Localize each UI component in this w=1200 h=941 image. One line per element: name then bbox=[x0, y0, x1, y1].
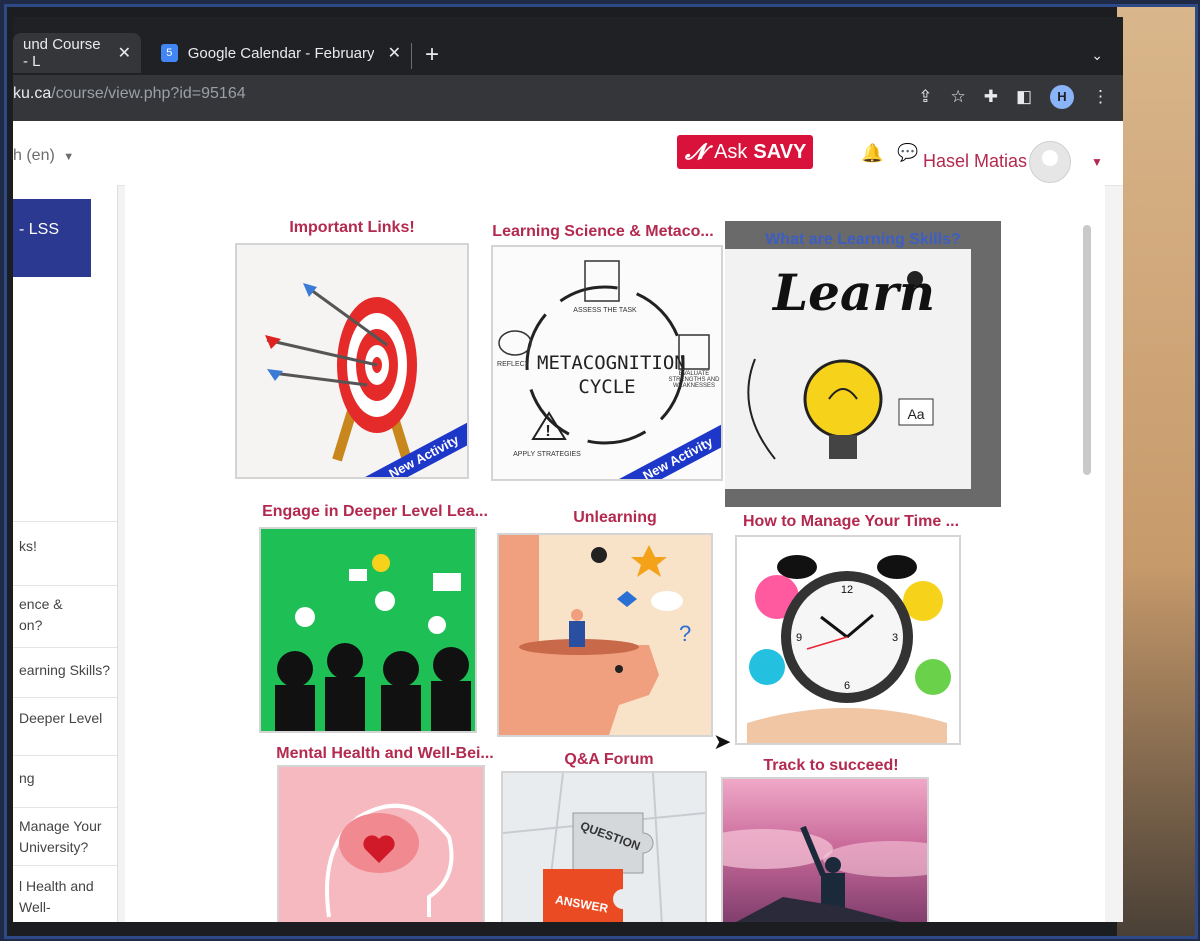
user-menu-chevron-icon[interactable]: ▼ bbox=[1091, 155, 1103, 169]
activity-title: Engage in Deeper Level Lea... bbox=[262, 503, 488, 520]
notification-bell-icon[interactable]: 🔔 bbox=[861, 143, 883, 164]
summit-climber-icon bbox=[723, 825, 927, 922]
metacognition-cycle-image: ! METACOGNITION CYCLE ASSESS THE TASK EV… bbox=[491, 245, 723, 481]
bookmark-star-icon[interactable]: ☆ bbox=[950, 87, 965, 107]
sidebar-item[interactable]: l Health and Well- bbox=[13, 865, 117, 915]
tab-strip: und Course - L ✕ 5 Google Calendar - Feb… bbox=[13, 17, 1123, 75]
close-tab-icon[interactable]: ✕ bbox=[388, 43, 401, 63]
tab-label: und Course - L bbox=[23, 36, 101, 70]
url-path: /course/view.php?id=95164 bbox=[51, 85, 246, 102]
activity-card-engage-deeper[interactable]: Engage in Deeper Level Lea... bbox=[255, 503, 495, 733]
activity-title: Unlearning bbox=[573, 509, 657, 526]
svg-text:6: 6 bbox=[844, 680, 850, 692]
activity-card-track-to-succeed[interactable]: Track to succeed! bbox=[721, 757, 941, 922]
activity-card-learning-skills-selected[interactable]: What are Learning Skills? Learn Aa bbox=[725, 221, 1001, 507]
site-header: h (en) ▼ 𝓝 Ask SAVY 🔔 💬 Hasel Matias ▼ bbox=[13, 121, 1123, 186]
brain-heart-icon bbox=[325, 803, 454, 918]
svg-text:?: ? bbox=[679, 621, 691, 646]
cycle-step-reflect: REFLECT bbox=[497, 361, 529, 368]
course-content: Important Links! New Activity Learning S… bbox=[125, 185, 1105, 922]
language-label: h (en) bbox=[13, 147, 55, 164]
open-head-image: ? bbox=[497, 533, 713, 737]
activity-card-learning-science[interactable]: Learning Science & Metaco... ! METACOGNI… bbox=[485, 223, 723, 483]
activity-title: Learning Science & Metaco... bbox=[492, 223, 714, 240]
learn-lightbulb-image: Learn Aa bbox=[725, 249, 971, 489]
page-scrollbar[interactable] bbox=[1083, 225, 1091, 475]
cycle-step-assess: ASSESS THE TASK bbox=[573, 307, 637, 314]
svg-text:3: 3 bbox=[892, 632, 898, 644]
svg-text:12: 12 bbox=[841, 584, 853, 596]
user-avatar[interactable] bbox=[1029, 141, 1071, 183]
tab-course[interactable]: und Course - L ✕ bbox=[13, 33, 141, 73]
browser-window: und Course - L ✕ 5 Google Calendar - Feb… bbox=[13, 17, 1123, 922]
crowd-ideas-icon bbox=[275, 554, 471, 731]
tab-search-chevron-icon[interactable]: ⌄ bbox=[1091, 47, 1103, 64]
tab-label: Google Calendar - February 20 bbox=[187, 44, 374, 62]
ask-label: Ask bbox=[714, 140, 748, 163]
photo-frame: und Course - L ✕ 5 Google Calendar - Feb… bbox=[4, 4, 1198, 939]
address-bar[interactable]: ku.ca/course/view.php?id=95164 bbox=[13, 85, 246, 103]
target-arrows-image: New Activity bbox=[235, 243, 469, 479]
tab-separator bbox=[411, 43, 412, 69]
share-icon[interactable]: ⇪ bbox=[918, 87, 932, 107]
cycle-center-label: METACOGNITION CYCLE bbox=[537, 352, 686, 398]
savy-logo-icon: 𝓝 bbox=[685, 139, 707, 165]
ask-savy-button[interactable]: 𝓝 Ask SAVY bbox=[677, 135, 813, 169]
sidebar-item[interactable]: ks! bbox=[13, 521, 117, 571]
activity-card-manage-time[interactable]: How to Manage Your Time ... 12 6 9 3 bbox=[731, 513, 971, 749]
svg-text:!: ! bbox=[545, 423, 550, 440]
activity-card-qa-forum[interactable]: Q&A Forum QUESTION ANSWER bbox=[499, 751, 719, 922]
activity-card-important-links[interactable]: Important Links! New Activity bbox=[235, 219, 469, 481]
activity-card-unlearning[interactable]: Unlearning ? bbox=[497, 509, 733, 739]
messages-icon[interactable]: 💬 bbox=[897, 143, 918, 163]
profile-avatar[interactable]: H bbox=[1050, 85, 1074, 109]
extensions-puzzle-icon[interactable]: ✚ bbox=[984, 87, 998, 107]
alarm-clock-image: 12 6 9 3 bbox=[735, 535, 961, 745]
activity-card-mental-health[interactable]: Mental Health and Well-Bei... bbox=[275, 745, 495, 922]
calendar-icon: 5 bbox=[161, 44, 178, 62]
close-tab-icon[interactable]: ✕ bbox=[118, 43, 131, 63]
savy-label: SAVY bbox=[753, 140, 807, 163]
svg-text:Aa: Aa bbox=[907, 406, 924, 422]
activity-title: Q&A Forum bbox=[564, 751, 654, 768]
cycle-step-apply: APPLY STRATEGIES bbox=[513, 451, 581, 458]
alarm-clock-icon: 12 6 9 3 bbox=[737, 537, 959, 743]
sidebar-course-header[interactable]: - LSS bbox=[13, 199, 91, 277]
summit-image bbox=[721, 777, 929, 922]
green-ideas-image bbox=[259, 527, 477, 733]
puzzle-image: QUESTION ANSWER bbox=[501, 771, 707, 922]
activity-title: Track to succeed! bbox=[763, 757, 899, 774]
brain-heart-image bbox=[277, 765, 485, 922]
learn-handwriting: Learn bbox=[773, 263, 936, 322]
browser-menu-icon[interactable]: ⋮ bbox=[1092, 87, 1109, 107]
course-index-sidebar: - LSS ks! ence & on? earning Skills? Dee… bbox=[13, 185, 118, 922]
svg-text:9: 9 bbox=[796, 632, 802, 644]
user-name[interactable]: Hasel Matias bbox=[923, 151, 1027, 172]
tab-google-calendar[interactable]: 5 Google Calendar - February 20 ✕ bbox=[151, 33, 411, 73]
cycle-step-evaluate: EVALUATE STRENGTHS AND WEAKNESSES bbox=[668, 371, 720, 389]
address-toolbar: ku.ca/course/view.php?id=95164 ⇪ ☆ ✚ ◧ H… bbox=[13, 75, 1123, 121]
activity-title: What are Learning Skills? bbox=[765, 231, 961, 248]
url-host: ku.ca bbox=[13, 85, 52, 102]
language-selector[interactable]: h (en) ▼ bbox=[13, 147, 74, 165]
sidebar-item[interactable]: Manage Your University? bbox=[13, 807, 117, 863]
mouse-cursor-icon: ➤ bbox=[713, 729, 732, 754]
activity-title: Mental Health and Well-Bei... bbox=[276, 745, 494, 762]
puzzle-icon bbox=[503, 773, 705, 922]
chevron-down-icon: ▼ bbox=[63, 151, 75, 163]
sidebar-item[interactable]: ng bbox=[13, 755, 117, 805]
sidebar-item[interactable]: ence & on? bbox=[13, 585, 117, 641]
new-tab-button[interactable]: + bbox=[425, 41, 439, 69]
head-icon: ? bbox=[499, 535, 691, 735]
activity-title: Important Links! bbox=[289, 219, 415, 236]
sidebar-item[interactable]: Deeper Level bbox=[13, 697, 117, 749]
activity-title: How to Manage Your Time ... bbox=[742, 513, 960, 530]
side-panel-icon[interactable]: ◧ bbox=[1016, 87, 1032, 107]
sidebar-item[interactable]: earning Skills? bbox=[13, 647, 117, 691]
toolbar-icons: ⇪ ☆ ✚ ◧ H ⋮ bbox=[918, 85, 1109, 109]
